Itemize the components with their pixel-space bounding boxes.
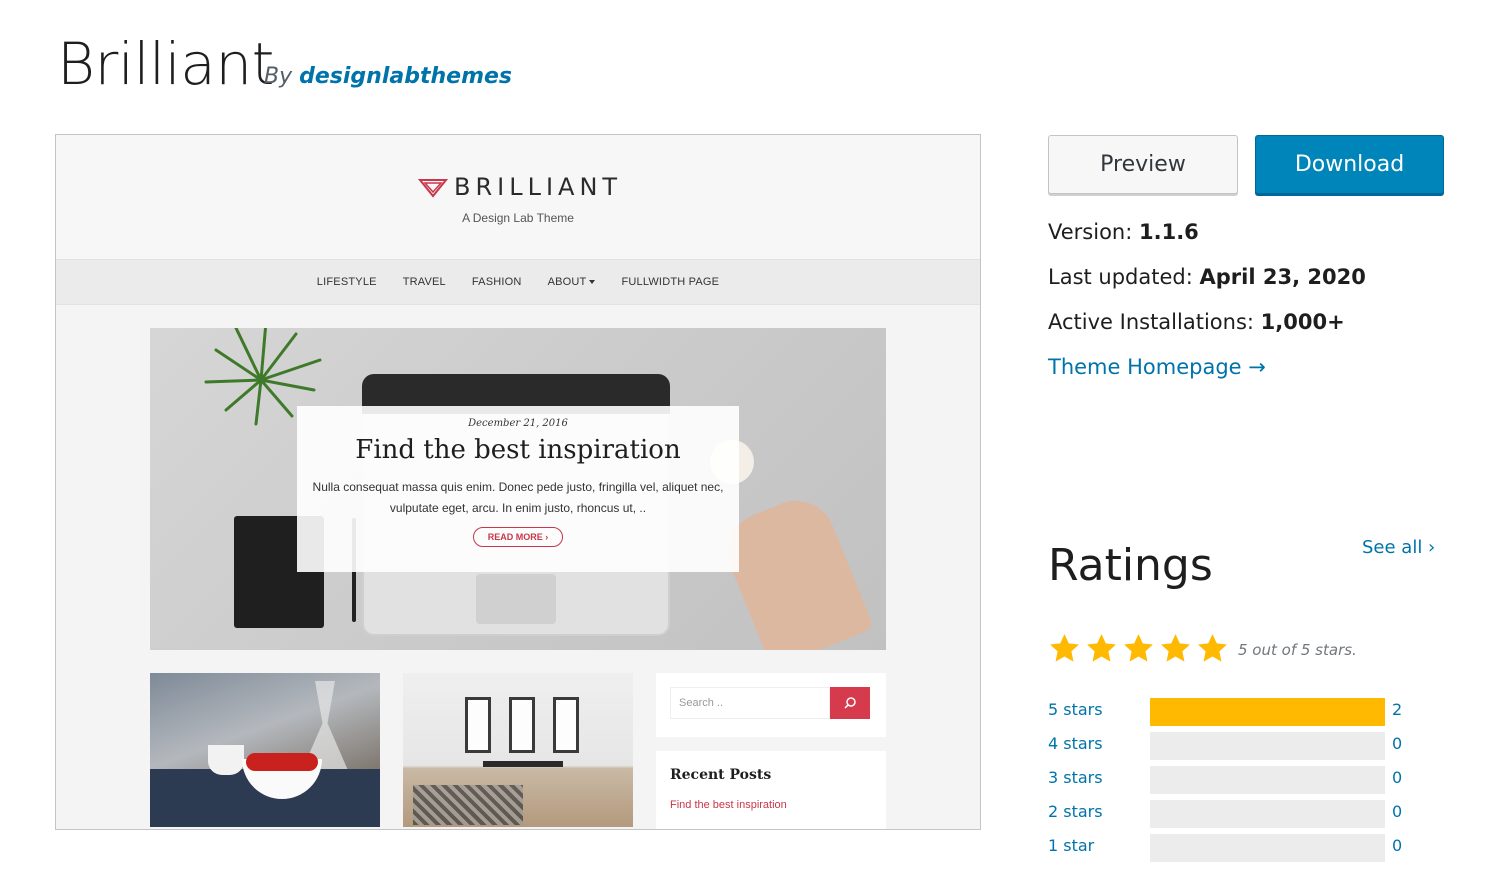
- preview-logo-text: BRILLIANT: [454, 173, 623, 201]
- rating-row-label[interactable]: 4 stars: [1048, 734, 1103, 753]
- last-updated-info: Last updated: April 23, 2020: [1048, 265, 1366, 289]
- theme-screenshot: BRILLIANT A Design Lab Theme LIFESTYLE T…: [55, 134, 981, 830]
- preview-site-header: BRILLIANT A Design Lab Theme: [56, 135, 980, 259]
- active-installs-label: Active Installations:: [1048, 310, 1254, 334]
- trackpad-image: [476, 574, 556, 624]
- star-icon: [1124, 634, 1153, 662]
- preview-recent-posts-title: Recent Posts: [670, 767, 772, 783]
- preview-post-date: December 21, 2016: [468, 418, 568, 429]
- last-updated-value: April 23, 2020: [1199, 265, 1366, 289]
- preview-post-excerpt: Nulla consequat massa quis enim. Donec p…: [312, 480, 724, 515]
- rating-row-count: 0: [1392, 734, 1403, 753]
- preview-read-more-button: READ MORE ›: [472, 527, 564, 547]
- rating-row-count: 0: [1392, 802, 1403, 821]
- active-installs-value: 1,000+: [1260, 310, 1345, 334]
- preview-nav-item: TRAVEL: [402, 276, 446, 288]
- preview-nav: LIFESTYLE TRAVEL FASHION ABOUT FULLWIDTH…: [56, 259, 980, 305]
- table-image: [483, 761, 563, 767]
- rating-row-count: 0: [1392, 768, 1403, 787]
- download-button[interactable]: Download: [1255, 135, 1444, 194]
- rug-image: [413, 785, 523, 825]
- preview-tagline: A Design Lab Theme: [462, 211, 574, 225]
- window-image: [509, 697, 535, 753]
- ratings-heading: Ratings: [1048, 540, 1213, 591]
- see-all-ratings-link[interactable]: See all ›: [1362, 537, 1435, 558]
- preview-nav-label: ABOUT: [547, 276, 587, 288]
- rating-row-count: 0: [1392, 836, 1403, 855]
- preview-thumb-room: [403, 673, 633, 827]
- preview-search-field: Search ..: [670, 687, 830, 719]
- star-icon: [1198, 634, 1227, 662]
- star-icon: [1161, 634, 1190, 662]
- preview-search-button: [830, 687, 870, 719]
- preview-nav-item: FULLWIDTH PAGE: [621, 276, 720, 288]
- theme-author: By designlabthemes: [264, 64, 512, 89]
- version-value: 1.1.6: [1139, 220, 1199, 244]
- window-image: [553, 697, 579, 753]
- preview-nav-item: LIFESTYLE: [316, 276, 377, 288]
- preview-thumb-breakfast: [150, 673, 380, 827]
- star-rating: [1048, 632, 1229, 665]
- rating-summary: 5 out of 5 stars.: [1238, 641, 1357, 659]
- strawberries-image: [246, 753, 318, 771]
- rating-row: 1 star 0: [1048, 834, 1428, 862]
- window-image: [465, 697, 491, 753]
- author-link[interactable]: designlabthemes: [299, 64, 512, 89]
- preview-button[interactable]: Preview: [1048, 135, 1238, 194]
- rating-row: 4 stars 0: [1048, 732, 1428, 760]
- rating-bar: [1150, 766, 1385, 794]
- theme-homepage-link[interactable]: Theme Homepage →: [1048, 355, 1266, 379]
- preview-hero-image: December 21, 2016 Find the best inspirat…: [150, 328, 886, 650]
- preview-nav-item: FASHION: [471, 276, 522, 288]
- preview-site-logo: BRILLIANT: [418, 173, 622, 201]
- hand-image: [715, 488, 875, 650]
- rating-bar: [1150, 698, 1385, 726]
- search-icon: [844, 697, 856, 709]
- theme-title: Brilliant: [57, 30, 274, 98]
- rating-row-label[interactable]: 5 stars: [1048, 700, 1103, 719]
- cup-image: [208, 745, 244, 775]
- version-info: Version: 1.1.6: [1048, 220, 1199, 244]
- star-icon: [1050, 634, 1079, 662]
- preview-nav-item-about: ABOUT: [548, 276, 596, 288]
- rating-row-label[interactable]: 1 star: [1048, 836, 1094, 855]
- rating-row-label[interactable]: 2 stars: [1048, 802, 1103, 821]
- star-icon: [1087, 634, 1116, 662]
- diamond-icon: [418, 179, 448, 198]
- version-label: Version:: [1048, 220, 1133, 244]
- rating-row: 3 stars 0: [1048, 766, 1428, 794]
- rating-row: 2 stars 0: [1048, 800, 1428, 828]
- last-updated-label: Last updated:: [1048, 265, 1193, 289]
- caret-down-icon: [589, 280, 596, 285]
- rating-bar-fill: [1150, 698, 1385, 726]
- preview-hero-card: December 21, 2016 Find the best inspirat…: [297, 406, 739, 572]
- preview-search-widget: Search ..: [656, 673, 886, 737]
- preview-recent-posts-widget: Recent Posts Find the best inspiration: [656, 751, 886, 829]
- preview-recent-post-link: Find the best inspiration: [670, 799, 787, 811]
- rating-row-count: 2: [1392, 700, 1403, 719]
- by-label: By: [264, 64, 293, 89]
- active-installs-info: Active Installations: 1,000+: [1048, 310, 1345, 334]
- rating-bar: [1150, 732, 1385, 760]
- rating-bar: [1150, 800, 1385, 828]
- preview-post-headline: Find the best inspiration: [355, 435, 681, 465]
- rating-row-label[interactable]: 3 stars: [1048, 768, 1103, 787]
- rating-row: 5 stars 2: [1048, 698, 1428, 726]
- rating-bar: [1150, 834, 1385, 862]
